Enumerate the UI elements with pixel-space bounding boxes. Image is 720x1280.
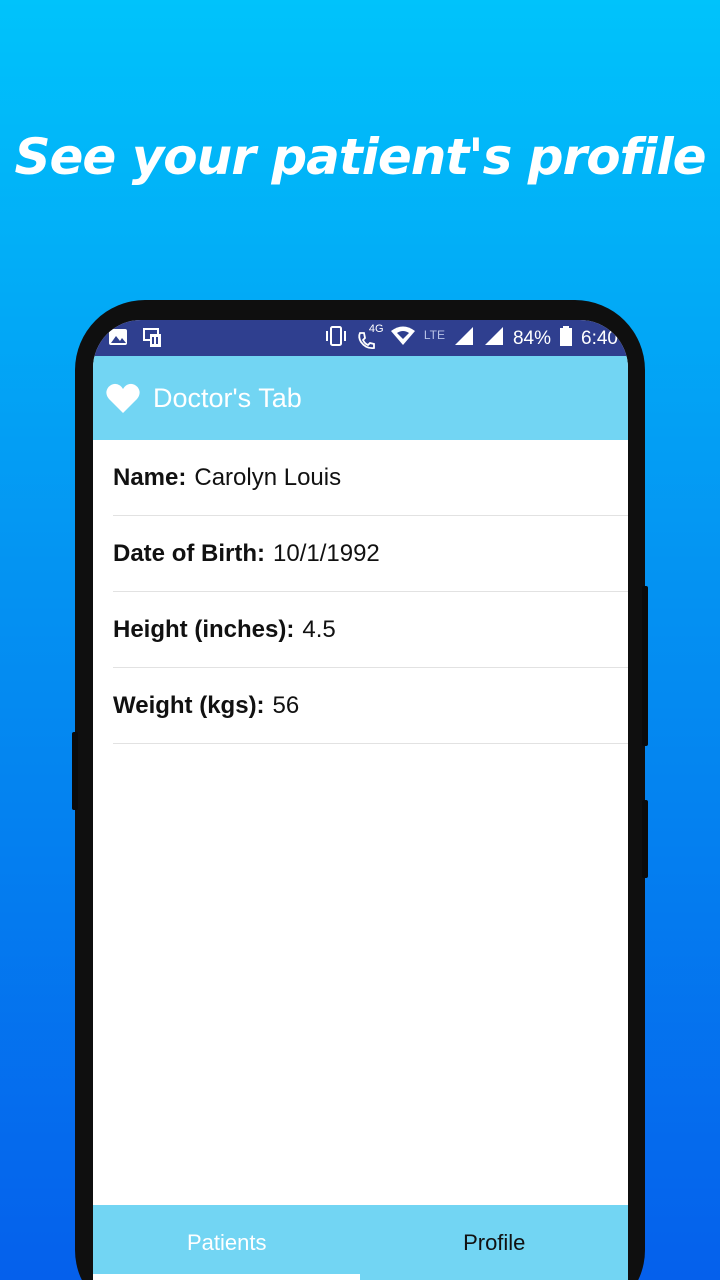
tab-patients[interactable]: Patients [93,1205,361,1280]
tab-patients-label: Patients [187,1229,267,1255]
wifi-call-icon: 4G [356,323,384,351]
profile-row-height: Height (inches): 4.5 [113,592,628,668]
selected-tab-indicator [93,1274,360,1280]
clock: 6:40 [581,327,618,349]
weight-label: Weight (kgs): [113,691,265,719]
signal-icon [483,325,505,352]
network-4g-label: 4G [368,322,384,335]
profile-row-name: Name: Carolyn Louis [113,440,628,516]
tab-profile-label: Profile [463,1229,526,1255]
promo-headline: See your patient's profile [14,128,706,186]
network-lte-label: LTE [423,327,445,342]
phone-power-button [642,800,648,878]
phone-screen: 4G LTE 84% 6:40 Doctor's Tab Name: Carol… [93,320,628,1280]
phone-volume-button [642,586,648,746]
profile-row-weight: Weight (kgs): 56 [113,668,628,744]
battery-percent: 84% [512,327,552,349]
gallery-icon [107,326,129,355]
height-value: 4.5 [302,615,336,643]
dob-label: Date of Birth: [113,539,265,567]
bottom-navigation: Patients Profile [93,1205,628,1280]
battery-icon [559,325,573,352]
status-bar: 4G LTE 84% 6:40 [93,320,628,356]
dob-value: 10/1/1992 [273,539,380,567]
vibrate-icon [324,325,348,352]
app-title: Doctor's Tab [153,382,302,413]
heart-icon [105,380,141,416]
weight-value: 56 [272,691,300,719]
signal-icon [453,325,475,352]
wifi-icon [390,325,416,352]
height-label: Height (inches): [113,615,295,643]
profile-row-dob: Date of Birth: 10/1/1992 [113,516,628,592]
app-bar: Doctor's Tab [93,356,628,440]
cast-icon [141,326,165,355]
phone-side-button [72,732,78,810]
name-label: Name: [113,463,187,491]
name-value: Carolyn Louis [194,463,342,491]
tab-profile[interactable]: Profile [361,1205,629,1280]
patient-profile-list: Name: Carolyn Louis Date of Birth: 10/1/… [93,440,628,744]
